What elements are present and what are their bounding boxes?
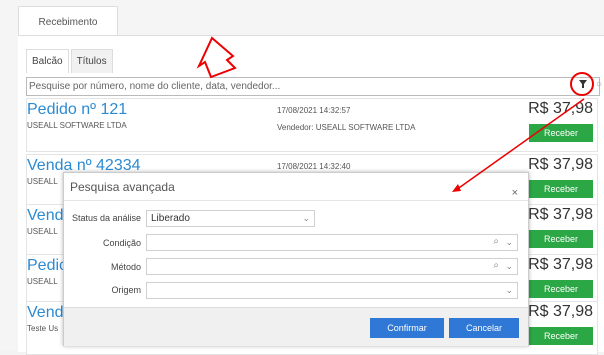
order-price: R$ 37,98 bbox=[528, 303, 593, 320]
metodo-label: Método bbox=[110, 262, 141, 272]
receber-button[interactable]: Receber bbox=[529, 280, 593, 298]
advanced-search-modal: Pesquisa avançada × Status da análise Li… bbox=[63, 172, 529, 346]
origem-field[interactable]: ⌄ bbox=[146, 282, 518, 299]
search-icon[interactable]: ⌕ bbox=[493, 234, 499, 249]
tab-titulos[interactable]: Títulos bbox=[70, 49, 113, 73]
order-title: Pedido nº 121 bbox=[27, 101, 128, 118]
condicao-label: Condição bbox=[102, 238, 141, 248]
close-icon[interactable]: × bbox=[512, 179, 518, 207]
receber-button[interactable]: Receber bbox=[529, 180, 593, 198]
order-price: R$ 37,98 bbox=[528, 156, 593, 173]
list-item[interactable]: Pedido nº 121 USEALL SOFTWARE LTDA 17/08… bbox=[26, 98, 598, 152]
subtabs: Balcão Títulos bbox=[26, 49, 115, 73]
cancel-button[interactable]: Cancelar bbox=[449, 318, 519, 338]
receber-button[interactable]: Receber bbox=[529, 327, 593, 345]
order-price: R$ 37,98 bbox=[528, 206, 593, 223]
origem-label: Origem bbox=[111, 285, 141, 295]
chevron-down-icon[interactable]: ⌄ bbox=[505, 259, 513, 274]
tab-label: Recebimento bbox=[38, 16, 98, 28]
tab-balcao-label: Balcão bbox=[32, 56, 63, 67]
company-name: USEALL bbox=[27, 177, 58, 186]
company-name: USEALL bbox=[27, 227, 58, 236]
receber-button[interactable]: Receber bbox=[529, 124, 593, 142]
receber-button[interactable]: Receber bbox=[529, 230, 593, 248]
tab-titulos-label: Títulos bbox=[76, 56, 107, 67]
order-date: 17/08/2021 14:32:57 bbox=[277, 106, 351, 115]
tab-recebimento[interactable]: Recebimento bbox=[18, 6, 118, 37]
chevron-down-icon[interactable]: ⌄ bbox=[505, 283, 513, 298]
order-title: Pedic bbox=[27, 257, 68, 274]
status-select[interactable]: Liberado ⌄ bbox=[146, 210, 315, 227]
order-price: R$ 37,98 bbox=[528, 256, 593, 273]
company-name: USEALL bbox=[27, 277, 58, 286]
condicao-field[interactable]: ⌕ ⌄ bbox=[146, 234, 518, 251]
order-price: R$ 37,98 bbox=[528, 100, 593, 117]
modal-footer: Confirmar Cancelar bbox=[64, 307, 528, 346]
status-label: Status da análise bbox=[71, 213, 141, 223]
chevron-down-icon: ⌄ bbox=[302, 213, 310, 223]
order-title: Vend bbox=[27, 207, 64, 224]
chevron-down-icon[interactable]: ⌄ bbox=[505, 235, 513, 250]
confirm-button[interactable]: Confirmar bbox=[370, 318, 444, 338]
search-input[interactable]: Pesquise por número, nome do cliente, da… bbox=[26, 77, 600, 96]
modal-title: Pesquisa avançada bbox=[70, 180, 175, 194]
seller-name: Vendedor: USEALL SOFTWARE LTDA bbox=[277, 123, 416, 132]
order-date: 17/08/2021 14:32:40 bbox=[277, 162, 351, 171]
annotation-circle bbox=[570, 72, 594, 96]
company-name: USEALL SOFTWARE LTDA bbox=[27, 121, 127, 130]
company-name: Teste Us bbox=[27, 324, 59, 333]
order-title: Vend bbox=[27, 304, 64, 321]
tab-balcao[interactable]: Balcão bbox=[26, 49, 69, 73]
search-icon[interactable]: ⌕ bbox=[493, 258, 499, 273]
cancel-label: Cancelar bbox=[465, 323, 503, 333]
refresh-icon[interactable]: ○ bbox=[596, 79, 604, 94]
metodo-field[interactable]: ⌕ ⌄ bbox=[146, 258, 518, 275]
modal-header: Pesquisa avançada × bbox=[64, 173, 528, 201]
confirm-label: Confirmar bbox=[387, 323, 427, 333]
status-value: Liberado bbox=[151, 213, 190, 224]
